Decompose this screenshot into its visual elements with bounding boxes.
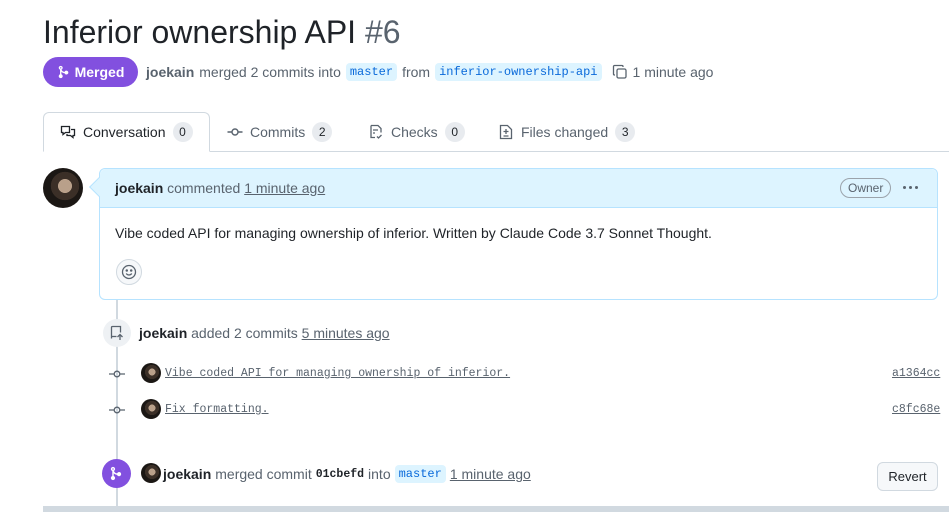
- pr-time: 1 minute ago: [632, 64, 714, 80]
- avatar[interactable]: [141, 363, 161, 383]
- repo-push-icon: [103, 319, 131, 347]
- commit-message-link[interactable]: Fix formatting.: [165, 403, 269, 416]
- commits-added-event: joekain added 2 commits 5 minutes ago: [139, 325, 390, 341]
- comment-body: Vibe coded API for managing ownership of…: [115, 225, 712, 241]
- tab-commits[interactable]: Commits 2: [227, 112, 333, 152]
- kebab-menu-icon[interactable]: [901, 178, 919, 196]
- git-commit-icon: [108, 368, 126, 380]
- merge-into: into: [368, 466, 391, 482]
- comment-time-link[interactable]: 1 minute ago: [244, 180, 325, 196]
- bottom-divider: [43, 506, 949, 512]
- tab-files-changed[interactable]: Files changed 3: [498, 112, 636, 152]
- pr-author-link[interactable]: joekain: [146, 64, 194, 80]
- git-commit-icon: [108, 404, 126, 416]
- comment-action: commented: [167, 180, 241, 196]
- tab-label: Files changed: [521, 124, 609, 140]
- tab-label: Checks: [391, 124, 438, 140]
- git-merge-icon: [58, 65, 68, 79]
- pr-number: #6: [364, 14, 401, 50]
- owner-badge: Owner: [840, 178, 892, 198]
- merge-author-link[interactable]: joekain: [163, 466, 211, 482]
- pr-from-text: from: [402, 64, 431, 80]
- git-commit-icon: [227, 128, 243, 136]
- tab-counter: 2: [312, 122, 333, 142]
- commit-sha-link[interactable]: c8fc68e: [892, 403, 940, 416]
- merged-status-badge: Merged: [43, 57, 138, 87]
- tab-checks[interactable]: Checks 0: [368, 112, 465, 152]
- event-action: added 2 commits: [191, 325, 298, 341]
- tab-label: Commits: [250, 124, 306, 140]
- comment-discussion-icon: [60, 125, 76, 139]
- commit-message-link[interactable]: Vibe coded API for managing ownership of…: [165, 367, 510, 380]
- avatar[interactable]: [141, 463, 161, 483]
- merge-base-branch[interactable]: master: [394, 465, 446, 483]
- comment-meta: joekain commented 1 minute ago: [115, 180, 325, 196]
- event-author-link[interactable]: joekain: [139, 325, 187, 341]
- merge-commit-sha-link[interactable]: 01cbefd: [316, 468, 364, 481]
- tab-label: Conversation: [83, 124, 166, 140]
- git-merge-icon: [102, 459, 131, 488]
- commit-sha-link[interactable]: a1364cc: [892, 367, 940, 380]
- head-branch[interactable]: inferior-ownership-api: [435, 63, 602, 81]
- merge-event: joekain merged commit 01cbefd into maste…: [163, 465, 531, 483]
- copy-icon[interactable]: [612, 64, 628, 80]
- avatar[interactable]: [43, 168, 83, 208]
- tab-counter: 0: [444, 122, 465, 142]
- smiley-icon[interactable]: [116, 259, 142, 285]
- tab-counter: 0: [172, 122, 193, 142]
- comment-author-link[interactable]: joekain: [115, 180, 163, 196]
- event-time-link[interactable]: 5 minutes ago: [302, 325, 390, 341]
- pr-merge-text: merged 2 commits into: [199, 64, 341, 80]
- base-branch[interactable]: master: [345, 63, 398, 81]
- pr-meta: joekain merged 2 commits into master fro…: [146, 61, 713, 83]
- pr-title-text: Inferior ownership API: [43, 14, 357, 50]
- file-diff-icon: [499, 124, 513, 140]
- merged-label: Merged: [74, 64, 125, 80]
- merge-time-link[interactable]: 1 minute ago: [450, 466, 531, 482]
- checklist-icon: [370, 124, 382, 139]
- avatar[interactable]: [141, 399, 161, 419]
- tab-counter: 3: [615, 122, 636, 142]
- pr-title: Inferior ownership API #6: [43, 12, 401, 52]
- revert-button[interactable]: Revert: [877, 462, 938, 491]
- tab-conversation[interactable]: Conversation 0: [43, 112, 210, 152]
- merge-action: merged commit: [215, 466, 312, 482]
